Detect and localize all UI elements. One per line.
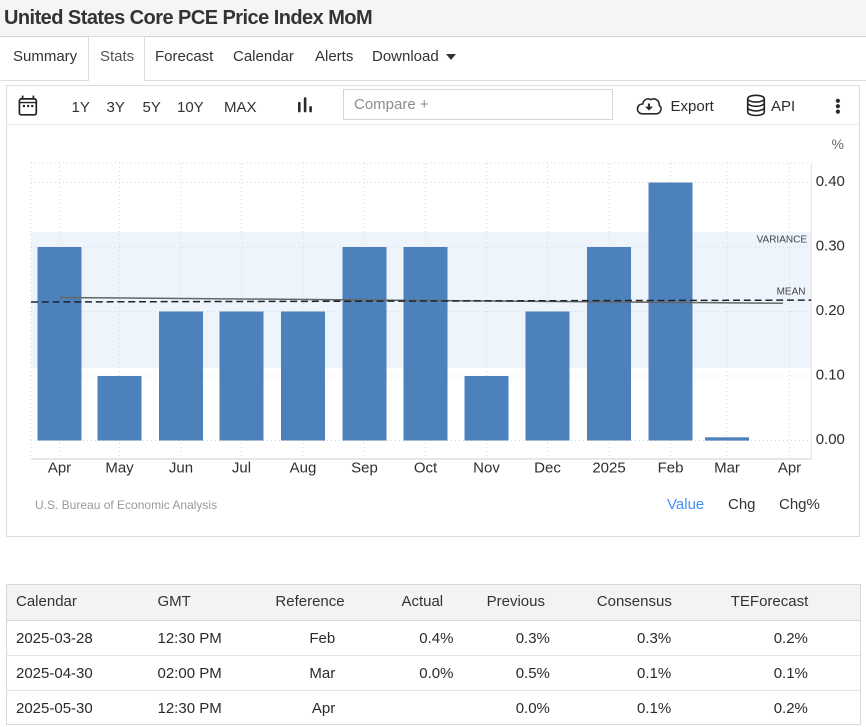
svg-text:Jul: Jul xyxy=(232,460,251,477)
svg-text:MEAN: MEAN xyxy=(777,286,806,297)
svg-text:VARIANCE: VARIANCE xyxy=(757,234,808,245)
svg-text:0.40: 0.40 xyxy=(816,173,845,190)
svg-text:Apr: Apr xyxy=(778,460,801,477)
svg-text:0.30: 0.30 xyxy=(816,237,845,254)
svg-text:2025: 2025 xyxy=(592,460,625,477)
svg-text:%: % xyxy=(832,136,844,152)
svg-text:0.20: 0.20 xyxy=(816,302,845,319)
svg-text:Nov: Nov xyxy=(473,460,500,477)
svg-text:0.00: 0.00 xyxy=(816,431,845,448)
svg-text:Aug: Aug xyxy=(290,460,317,477)
svg-text:Feb: Feb xyxy=(658,460,684,477)
svg-text:Oct: Oct xyxy=(414,460,438,477)
svg-text:0.10: 0.10 xyxy=(816,366,845,383)
svg-text:Mar: Mar xyxy=(714,460,740,477)
svg-text:Apr: Apr xyxy=(48,460,71,477)
svg-text:May: May xyxy=(105,460,134,477)
svg-text:Sep: Sep xyxy=(351,460,378,477)
svg-text:Dec: Dec xyxy=(534,460,561,477)
svg-text:Jun: Jun xyxy=(169,460,193,477)
